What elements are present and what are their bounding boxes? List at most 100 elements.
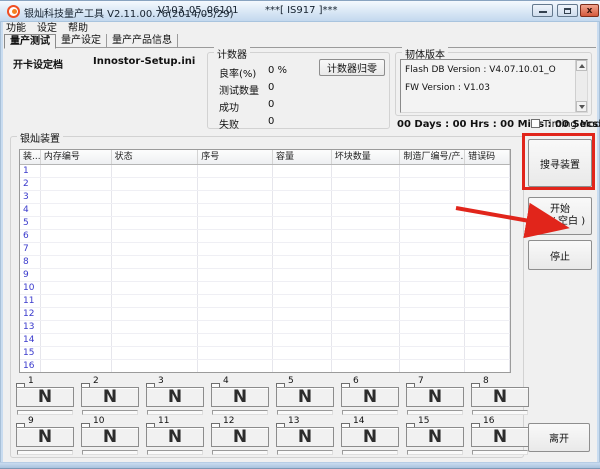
table-cell (198, 295, 273, 307)
table-cell (273, 347, 332, 359)
table-cell (41, 360, 112, 372)
table-cell (273, 204, 332, 216)
slot-status-box[interactable]: N (211, 427, 269, 447)
column-header-6[interactable]: 坏块数量 (332, 150, 401, 164)
table-cell (465, 165, 510, 177)
table-cell (465, 178, 510, 190)
slot-progress-bar (82, 410, 138, 415)
device-slot-4: 4N (211, 376, 273, 416)
device-slot-2: 2N (81, 376, 143, 416)
table-row[interactable]: 3 (20, 191, 510, 204)
slot-progress-bar (277, 410, 333, 415)
tab-3[interactable]: 量产产品信息 (107, 34, 178, 47)
table-row[interactable]: 6 (20, 230, 510, 243)
exit-button[interactable]: 离开 (528, 423, 590, 452)
slot-number: 13 (288, 416, 299, 426)
slot-status-box[interactable]: N (341, 427, 399, 447)
tab-2[interactable]: 量产设定 (56, 34, 107, 47)
table-row[interactable]: 9 (20, 269, 510, 282)
scroll-up-icon[interactable] (576, 60, 587, 71)
firmware-version-box: Flash DB Version : V4.07.10.01_O FW Vers… (400, 59, 588, 113)
table-cell (465, 243, 510, 255)
column-header-1[interactable]: 装... (20, 150, 41, 164)
slot-status-box[interactable]: N (406, 427, 464, 447)
table-row[interactable]: 1 (20, 165, 510, 178)
table-cell (332, 360, 401, 372)
slot-status-box[interactable]: N (406, 387, 464, 407)
slot-status-box[interactable]: N (276, 387, 334, 407)
minimize-button[interactable] (532, 4, 553, 17)
table-row[interactable]: 15 (20, 347, 510, 360)
table-cell (41, 204, 112, 216)
counter-value: 0 (268, 116, 274, 127)
table-cell (465, 321, 510, 333)
column-header-2[interactable]: 内存编号 (41, 150, 112, 164)
column-header-7[interactable]: 制造厂编号/产... (400, 150, 465, 164)
table-cell (198, 360, 273, 372)
table-row[interactable]: 8 (20, 256, 510, 269)
table-row[interactable]: 5 (20, 217, 510, 230)
slot-status-box[interactable]: N (471, 387, 529, 407)
close-icon: x (581, 5, 598, 17)
table-row[interactable]: 14 (20, 334, 510, 347)
slot-progress-bar (147, 450, 203, 455)
slot-status-box[interactable]: N (16, 427, 74, 447)
minimize-icon (539, 11, 547, 13)
table-cell (273, 308, 332, 320)
table-cell (198, 217, 273, 229)
scroll-down-icon[interactable] (576, 101, 587, 112)
slot-status-box[interactable]: N (211, 387, 269, 407)
table-row[interactable]: 11 (20, 295, 510, 308)
counter-reset-button[interactable]: 计数器归零 (319, 59, 385, 76)
table-cell (273, 360, 332, 372)
table-cell (41, 217, 112, 229)
timing-mode-checkbox[interactable]: Timing Mode (531, 119, 600, 130)
slot-status-box[interactable]: N (341, 387, 399, 407)
device-slot-5: 5N (276, 376, 338, 416)
firmware-scrollbar[interactable] (575, 60, 587, 112)
table-cell (273, 269, 332, 281)
column-header-5[interactable]: 容量 (273, 150, 332, 164)
slot-status-box[interactable]: N (276, 427, 334, 447)
slot-status-box[interactable]: N (146, 427, 204, 447)
slot-status-box[interactable]: N (471, 427, 529, 447)
device-slot-3: 3N (146, 376, 208, 416)
table-cell (465, 256, 510, 268)
table-cell (400, 360, 465, 372)
tab-1[interactable]: 量产测试 (4, 34, 56, 49)
table-cell (465, 269, 510, 281)
device-slot-16: 16N (471, 416, 533, 456)
counter-label: 失败 (219, 120, 239, 131)
column-header-4[interactable]: 序号 (198, 150, 273, 164)
device-slot-12: 12N (211, 416, 273, 456)
slot-status-box[interactable]: N (16, 387, 74, 407)
stop-button[interactable]: 停止 (528, 240, 592, 270)
table-cell (198, 204, 273, 216)
table-cell (112, 334, 199, 346)
table-row[interactable]: 7 (20, 243, 510, 256)
slot-status-box[interactable]: N (81, 427, 139, 447)
slot-status-box[interactable]: N (81, 387, 139, 407)
row-number: 9 (20, 269, 41, 281)
table-cell (41, 165, 112, 177)
counter-row: 良率(%)0 % (219, 65, 256, 80)
table-cell (112, 204, 199, 216)
table-row[interactable]: 10 (20, 282, 510, 295)
slot-number: 9 (28, 416, 34, 426)
table-row[interactable]: 13 (20, 321, 510, 334)
table-cell (198, 334, 273, 346)
column-header-3[interactable]: 状态 (112, 150, 199, 164)
device-slot-14: 14N (341, 416, 403, 456)
table-row[interactable]: 12 (20, 308, 510, 321)
devices-table-body: 12345678910111213141516 (20, 165, 510, 373)
table-row[interactable]: 4 (20, 204, 510, 217)
maximize-button[interactable] (557, 4, 578, 17)
slot-status-box[interactable]: N (146, 387, 204, 407)
table-row[interactable]: 16 (20, 360, 510, 373)
slot-progress-bar (277, 450, 333, 455)
slot-number: 3 (158, 376, 164, 386)
close-button[interactable]: x (580, 4, 599, 17)
table-row[interactable]: 2 (20, 178, 510, 191)
column-header-8[interactable]: 错误码 (465, 150, 510, 164)
table-cell (41, 243, 112, 255)
